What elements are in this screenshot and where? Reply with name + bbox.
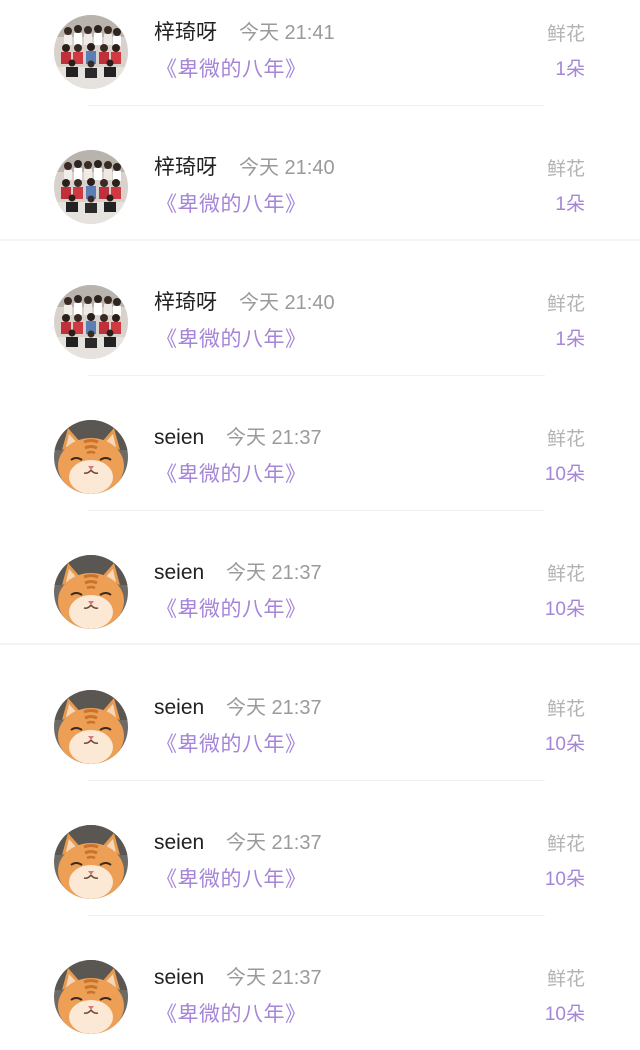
- gift-type-label: 鲜花: [546, 294, 585, 315]
- gift-time: 今天 21:37: [226, 427, 322, 449]
- gift-time: 今天 21:37: [226, 967, 322, 989]
- user-avatar[interactable]: [54, 285, 128, 359]
- cat-avatar-image: [54, 690, 128, 764]
- gift-record-row[interactable]: seien 今天 21:37 《卑微的八年》 鲜花 10朵: [0, 675, 640, 810]
- gift-count: 1朵: [555, 194, 585, 215]
- row-divider: [88, 375, 545, 376]
- gift-type-label: 鲜花: [546, 429, 585, 450]
- user-name[interactable]: 梓琦呀: [154, 19, 217, 47]
- gift-count: 10朵: [544, 734, 585, 755]
- gift-count: 10朵: [544, 599, 585, 620]
- gift-count: 1朵: [555, 329, 585, 350]
- work-title-link[interactable]: 《卑微的八年》: [156, 191, 307, 219]
- row-divider: [88, 915, 545, 916]
- user-avatar[interactable]: [54, 420, 128, 494]
- work-title-link[interactable]: 《卑微的八年》: [156, 326, 307, 354]
- gift-record-row[interactable]: 梓琦呀 今天 21:40 《卑微的八年》 鲜花 1朵: [0, 135, 640, 270]
- gift-count: 10朵: [544, 464, 585, 485]
- row-divider: [88, 780, 545, 781]
- user-name[interactable]: seien: [154, 964, 204, 992]
- cat-avatar-image: [54, 420, 128, 494]
- work-title-link[interactable]: 《卑微的八年》: [156, 866, 307, 894]
- user-name[interactable]: seien: [154, 559, 204, 587]
- row-divider: [88, 105, 545, 106]
- work-title-link[interactable]: 《卑微的八年》: [156, 1001, 307, 1029]
- user-name[interactable]: seien: [154, 424, 204, 452]
- user-avatar[interactable]: [54, 15, 128, 89]
- work-title-link[interactable]: 《卑微的八年》: [156, 461, 307, 489]
- gift-time: 今天 21:37: [226, 832, 322, 854]
- gift-record-row[interactable]: seien 今天 21:37 《卑微的八年》 鲜花 10朵: [0, 540, 640, 675]
- work-title-link[interactable]: 《卑微的八年》: [156, 731, 307, 759]
- work-title-link[interactable]: 《卑微的八年》: [156, 596, 307, 624]
- gift-type-label: 鲜花: [546, 159, 585, 180]
- user-name[interactable]: seien: [154, 829, 204, 857]
- group-photo-avatar-image: [54, 15, 128, 89]
- gift-time: 今天 21:40: [239, 157, 335, 179]
- user-name[interactable]: 梓琦呀: [154, 289, 217, 317]
- group-photo-avatar-image: [54, 150, 128, 224]
- cat-avatar-image: [54, 825, 128, 899]
- gift-type-label: 鲜花: [546, 834, 585, 855]
- gift-record-row[interactable]: 梓琦呀 今天 21:41 《卑微的八年》 鲜花 1朵: [0, 0, 640, 135]
- gift-record-row[interactable]: seien 今天 21:37 《卑微的八年》 鲜花 10朵: [0, 405, 640, 540]
- gift-count: 10朵: [544, 1004, 585, 1025]
- gift-type-label: 鲜花: [546, 564, 585, 585]
- cat-avatar-image: [54, 555, 128, 629]
- gift-type-label: 鲜花: [546, 969, 585, 990]
- gift-count: 10朵: [544, 869, 585, 890]
- user-avatar[interactable]: [54, 690, 128, 764]
- user-avatar[interactable]: [54, 960, 128, 1034]
- gift-time: 今天 21:37: [226, 697, 322, 719]
- row-divider: [88, 510, 545, 511]
- gift-record-row[interactable]: seien 今天 21:37 《卑微的八年》 鲜花 10朵: [0, 810, 640, 945]
- gift-type-label: 鲜花: [546, 24, 585, 45]
- user-avatar[interactable]: [54, 150, 128, 224]
- gift-time: 今天 21:37: [226, 562, 322, 584]
- user-name[interactable]: 梓琦呀: [154, 154, 217, 182]
- work-title-link[interactable]: 《卑微的八年》: [156, 56, 307, 84]
- user-avatar[interactable]: [54, 825, 128, 899]
- gift-type-label: 鲜花: [546, 699, 585, 720]
- user-name[interactable]: seien: [154, 694, 204, 722]
- cat-avatar-image: [54, 960, 128, 1034]
- gift-record-row[interactable]: seien 今天 21:37 《卑微的八年》 鲜花 10朵: [0, 945, 640, 1050]
- gift-count: 1朵: [555, 59, 585, 80]
- gift-time: 今天 21:40: [239, 292, 335, 314]
- gift-time: 今天 21:41: [239, 22, 335, 44]
- group-photo-avatar-image: [54, 285, 128, 359]
- user-avatar[interactable]: [54, 555, 128, 629]
- gift-record-row[interactable]: 梓琦呀 今天 21:40 《卑微的八年》 鲜花 1朵: [0, 270, 640, 405]
